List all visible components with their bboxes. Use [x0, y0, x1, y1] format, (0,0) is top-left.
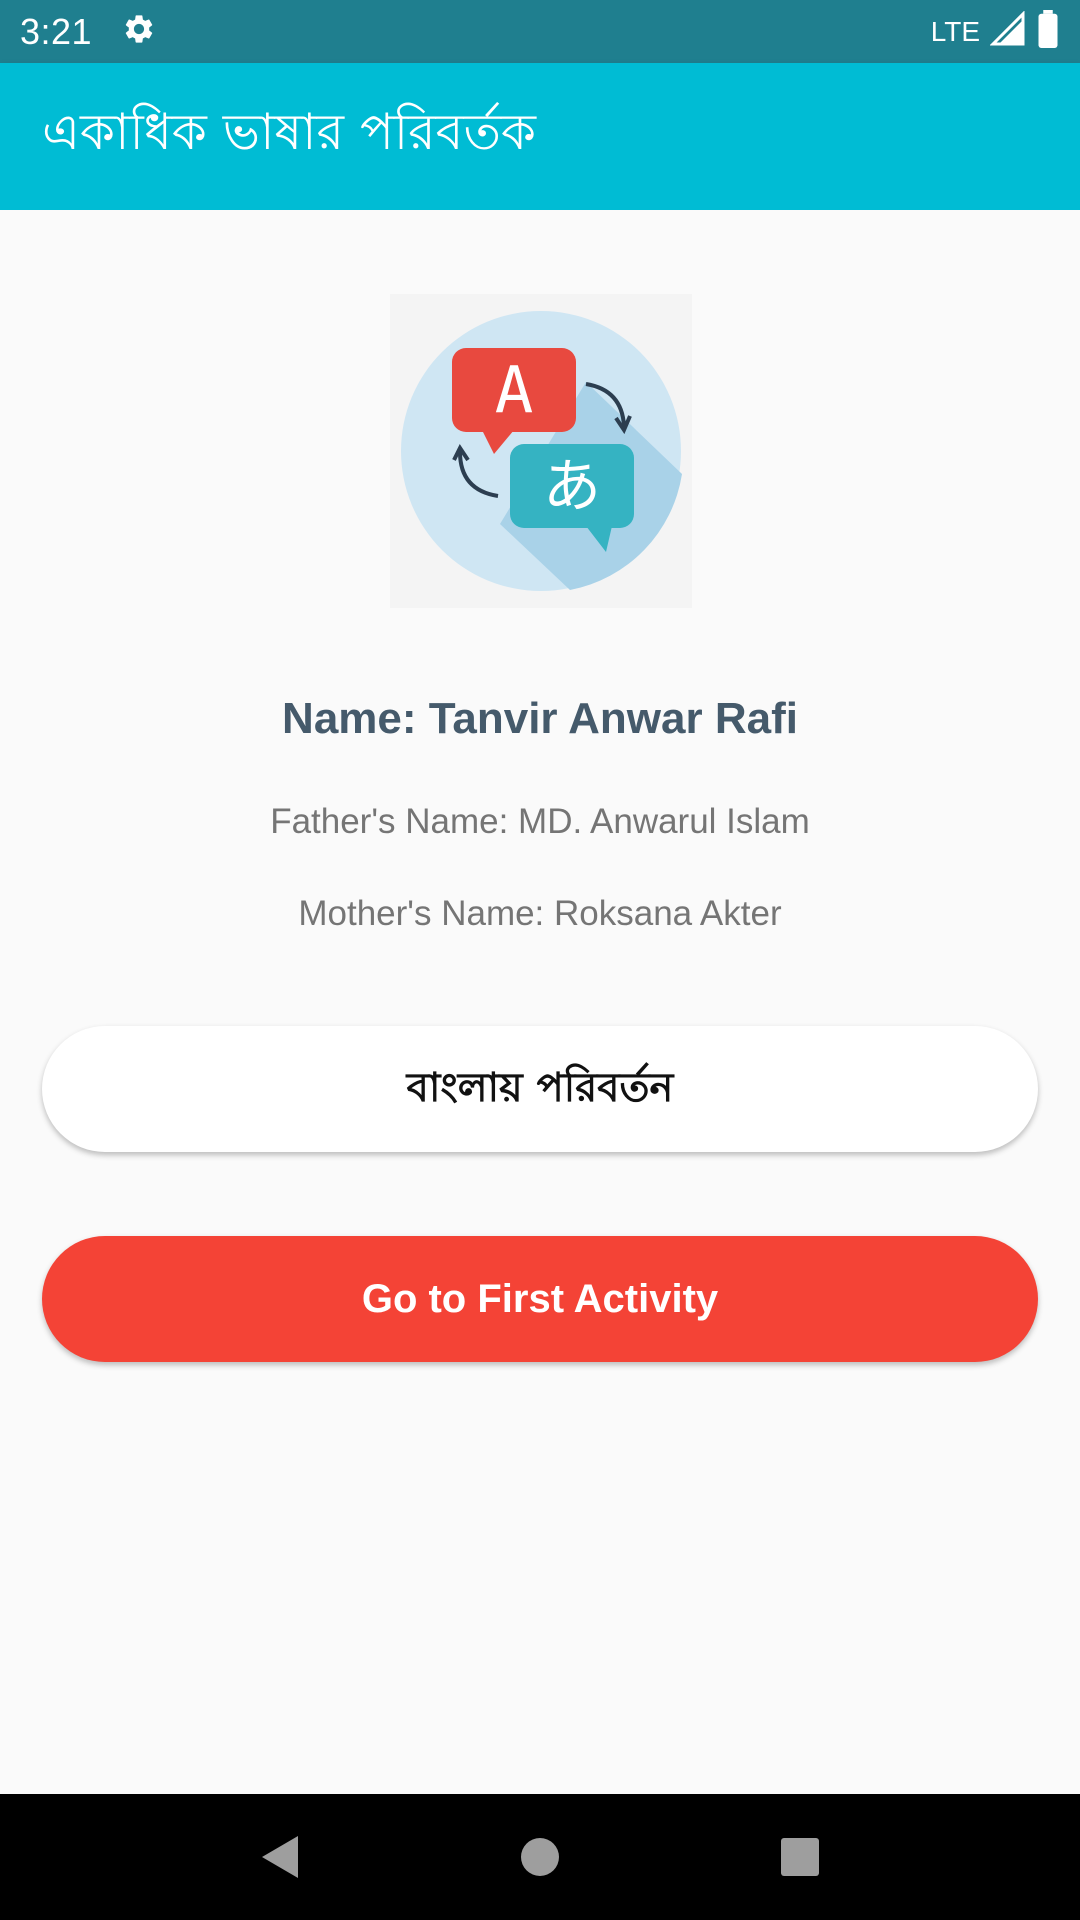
logo-glyph-a: A — [495, 354, 534, 428]
status-left: 3:21 — [20, 11, 156, 53]
app-bar: একাধিক ভাষার পরিবর্তক — [0, 63, 1080, 210]
battery-icon — [1036, 10, 1060, 53]
go-first-activity-button[interactable]: Go to First Activity — [42, 1236, 1038, 1362]
main-content: A あ Name: Tanvir Anwar Rafi Father's Nam… — [0, 210, 1080, 1794]
change-to-bangla-button[interactable]: বাংলায় পরিবর্তন — [42, 1026, 1038, 1152]
mother-name: Mother's Name: Roksana Akter — [298, 894, 782, 933]
recents-icon[interactable] — [770, 1827, 830, 1887]
back-icon[interactable] — [250, 1827, 310, 1887]
father-name: Father's Name: MD. Anwarul Islam — [270, 802, 810, 841]
status-bar: 3:21 LTE — [0, 0, 1080, 63]
translate-logo: A あ — [390, 294, 692, 608]
app-title: একাধিক ভাষার পরিবর্তক — [42, 103, 537, 161]
signal-icon — [989, 10, 1026, 52]
home-icon[interactable] — [510, 1827, 570, 1887]
network-label: LTE — [930, 15, 980, 47]
navigation-bar — [0, 1794, 1080, 1920]
status-time: 3:21 — [20, 10, 93, 52]
logo-glyph-jp: あ — [543, 452, 601, 520]
student-name: Name: Tanvir Anwar Rafi — [282, 694, 798, 743]
translate-icon: A あ — [401, 311, 682, 591]
status-right: LTE — [931, 10, 1060, 53]
settings-icon — [122, 12, 156, 51]
